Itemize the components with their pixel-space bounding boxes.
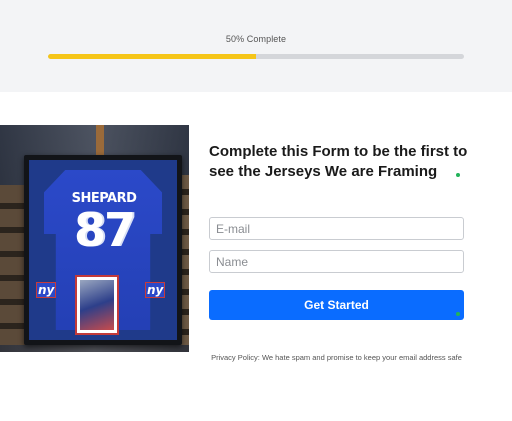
progress-header: 50% Complete [0,0,512,92]
inset-photo [75,275,119,335]
inset-photo-content [80,280,114,330]
status-dot-icon [456,312,460,316]
form-headline: Complete this Form to be the first to se… [209,143,468,180]
team-logo-left: ny [36,282,57,298]
framed-jersey-image: SHEPARD 87 ny ny [0,125,189,352]
progress-bar [48,54,464,59]
progress-label: 50% Complete [225,34,287,44]
status-dot-icon [456,173,460,177]
privacy-policy-text: Privacy Policy: We hate spam and promise… [211,353,462,362]
team-logo-right: ny [145,282,166,298]
progress-bar-fill [48,54,256,59]
jersey-number: 87 [73,203,136,257]
name-field[interactable] [209,250,464,273]
get-started-button[interactable]: Get Started [209,290,464,320]
email-field[interactable] [209,217,464,240]
